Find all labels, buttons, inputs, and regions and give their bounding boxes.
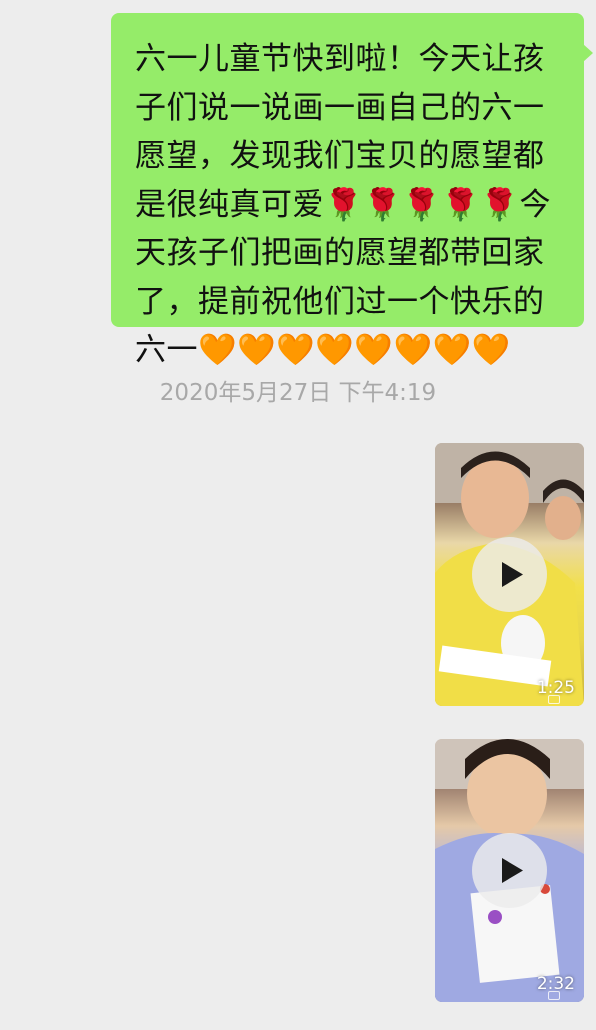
video-duration-2: 2:32 (536, 974, 575, 994)
chat-view: 六一儿童节快到啦！今天让孩子们说一说画一画自己的六一愿望，发现我们宝贝的愿望都是… (0, 0, 596, 1030)
rose-emoji-row: 🌹🌹🌹🌹🌹 (324, 186, 520, 223)
play-button-2[interactable] (472, 833, 547, 908)
play-button-1[interactable] (472, 537, 547, 612)
bubble-tail (583, 44, 593, 62)
heart-emoji-row: 🧡🧡🧡🧡🧡🧡🧡🧡 (198, 332, 511, 368)
video-duration-1: 1:25 (536, 678, 575, 698)
message-timestamp: 2020年5月27日 下午4:19 (159, 380, 437, 406)
play-icon (502, 562, 523, 587)
sent-message-bubble[interactable]: 六一儿童节快到啦！今天让孩子们说一说画一画自己的六一愿望，发现我们宝贝的愿望都是… (111, 13, 584, 368)
video-message-1[interactable]: 1:25 (435, 443, 584, 706)
video-message-2[interactable]: 2:32 (435, 739, 584, 1002)
play-icon (502, 858, 523, 883)
